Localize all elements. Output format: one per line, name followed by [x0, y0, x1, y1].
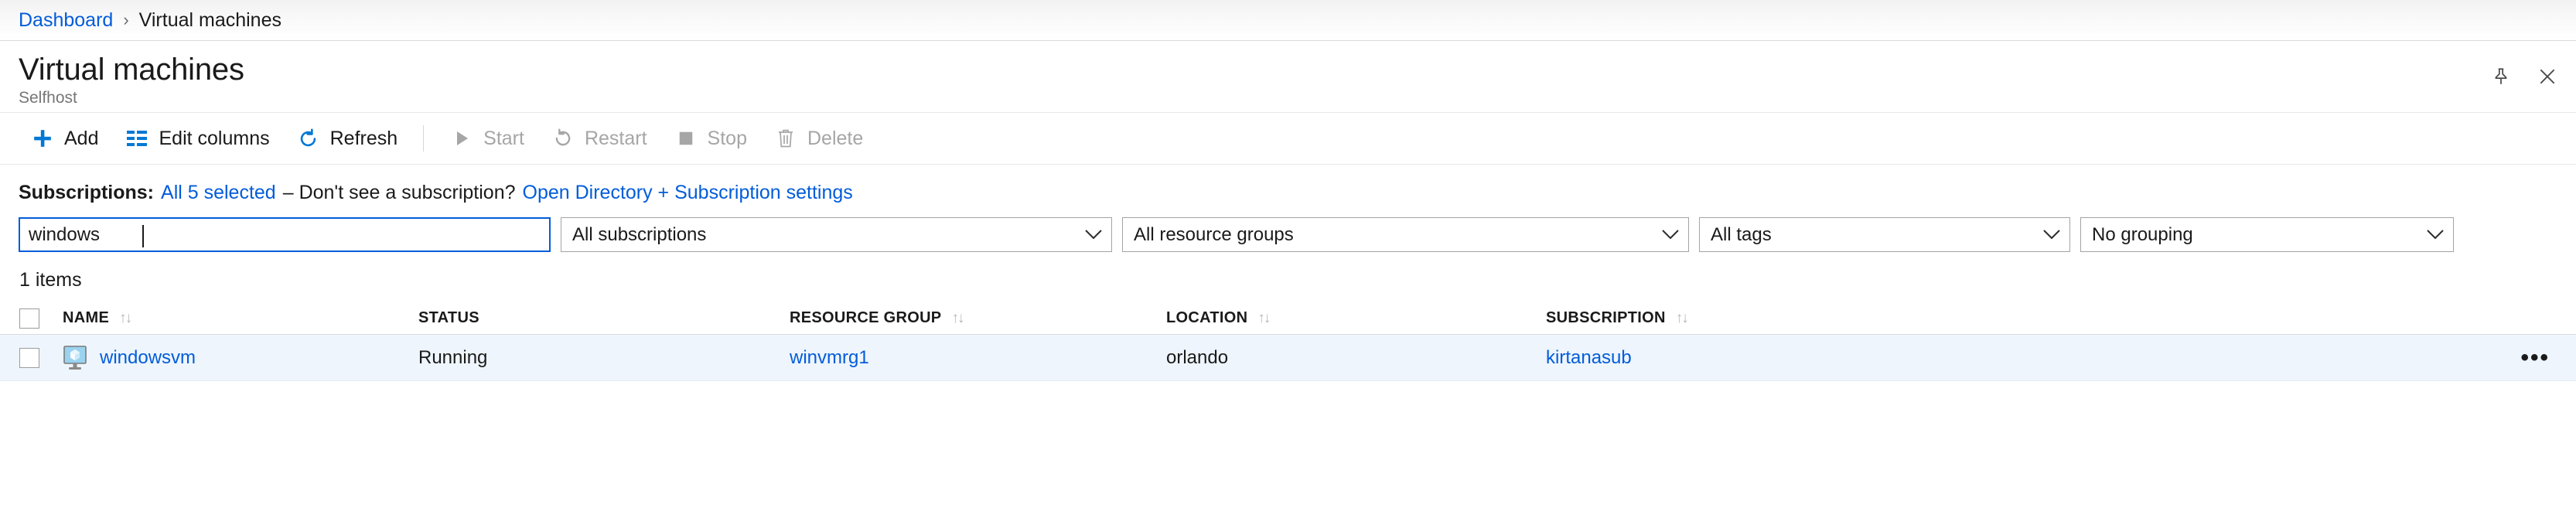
- tags-filter-dropdown[interactable]: All tags: [1699, 217, 2070, 252]
- command-separator: [423, 125, 424, 152]
- refresh-label: Refresh: [330, 128, 398, 150]
- subscription-filter-value: All subscriptions: [572, 224, 706, 246]
- subscriptions-line: Subscriptions: All 5 selected – Don't se…: [0, 165, 2576, 204]
- start-button[interactable]: Start: [436, 120, 537, 157]
- stop-label: Stop: [708, 128, 747, 150]
- subscriptions-hint: – Don't see a subscription?: [283, 182, 516, 204]
- plus-icon: [30, 127, 55, 150]
- directory-subscription-settings-link[interactable]: Open Directory + Subscription settings: [523, 182, 853, 204]
- page-header: Virtual machines Selfhost: [0, 41, 2576, 113]
- row-checkbox[interactable]: [19, 348, 39, 368]
- grouping-filter-dropdown[interactable]: No grouping: [2080, 217, 2454, 252]
- column-header-name[interactable]: NAME ↑↓: [39, 309, 418, 327]
- items-count: 1 items: [0, 252, 2576, 291]
- table-row[interactable]: windowsvm Running winvmrg1 orlando kirta…: [0, 335, 2576, 381]
- status-value: Running: [418, 347, 487, 368]
- play-icon: [449, 127, 474, 150]
- resource-group-filter-value: All resource groups: [1134, 224, 1294, 246]
- sort-arrows-icon[interactable]: ↑↓: [951, 310, 963, 327]
- breadcrumb-current: Virtual machines: [139, 9, 281, 32]
- pin-icon[interactable]: [2488, 63, 2514, 90]
- resource-group-filter-dropdown[interactable]: All resource groups: [1122, 217, 1689, 252]
- breadcrumb-separator-icon: ›: [123, 10, 128, 30]
- page-title: Virtual machines: [19, 52, 2557, 87]
- virtual-machines-table: NAME ↑↓ STATUS RESOURCE GROUP ↑↓ LOCATIO…: [0, 302, 2576, 381]
- subscriptions-label: Subscriptions:: [19, 182, 154, 204]
- sort-arrows-icon[interactable]: ↑↓: [1676, 310, 1687, 327]
- sort-arrows-icon[interactable]: ↑↓: [119, 310, 131, 327]
- edit-columns-label: Edit columns: [159, 128, 269, 150]
- filter-row: All subscriptions All resource groups Al…: [0, 204, 2576, 252]
- grouping-filter-value: No grouping: [2092, 224, 2193, 246]
- add-button[interactable]: Add: [17, 120, 111, 157]
- search-input[interactable]: [29, 224, 541, 246]
- table-header-row: NAME ↑↓ STATUS RESOURCE GROUP ↑↓ LOCATIO…: [0, 302, 2576, 335]
- text-cursor: [142, 225, 144, 247]
- select-all-checkbox[interactable]: [19, 308, 39, 329]
- restart-label: Restart: [585, 128, 647, 150]
- restart-icon: [551, 127, 575, 150]
- refresh-button[interactable]: Refresh: [283, 120, 411, 157]
- cell-resource-group: winvmrg1: [790, 347, 1166, 369]
- stop-button[interactable]: Stop: [660, 120, 760, 157]
- chevron-down-icon: [2427, 227, 2444, 243]
- location-value: orlando: [1166, 347, 1228, 368]
- delete-button[interactable]: Delete: [760, 120, 876, 157]
- page-subtitle: Selfhost: [19, 88, 2557, 108]
- cell-status: Running: [418, 347, 790, 369]
- column-header-subscription[interactable]: SUBSCRIPTION ↑↓: [1546, 309, 1948, 327]
- breadcrumb-link-dashboard[interactable]: Dashboard: [19, 9, 113, 32]
- command-bar: Add Edit columns Refresh Start: [0, 113, 2576, 165]
- vm-name-link[interactable]: windowsvm: [100, 347, 196, 369]
- chevron-down-icon: [2043, 227, 2060, 243]
- cell-name: windowsvm: [39, 346, 418, 370]
- sort-arrows-icon[interactable]: ↑↓: [1257, 310, 1269, 327]
- close-icon[interactable]: [2534, 63, 2561, 90]
- cell-subscription: kirtanasub: [1546, 347, 1948, 369]
- square-icon: [674, 127, 698, 150]
- search-box[interactable]: [19, 217, 551, 252]
- column-header-status-label: STATUS: [418, 309, 479, 327]
- column-header-status[interactable]: STATUS: [418, 309, 790, 327]
- refresh-icon: [296, 127, 321, 150]
- delete-label: Delete: [807, 128, 863, 150]
- column-header-location[interactable]: LOCATION ↑↓: [1166, 309, 1546, 327]
- chevron-down-icon: [1662, 227, 1679, 243]
- add-button-label: Add: [64, 128, 98, 150]
- column-header-resource-group-label: RESOURCE GROUP: [790, 309, 941, 327]
- tags-filter-value: All tags: [1711, 224, 1772, 246]
- start-label: Start: [483, 128, 524, 150]
- subscriptions-selected-link[interactable]: All 5 selected: [161, 182, 276, 204]
- page-header-actions: [2488, 63, 2561, 90]
- resource-group-link[interactable]: winvmrg1: [790, 347, 869, 368]
- column-header-subscription-label: SUBSCRIPTION: [1546, 309, 1666, 327]
- column-header-location-label: LOCATION: [1166, 309, 1247, 327]
- edit-columns-button[interactable]: Edit columns: [111, 120, 282, 157]
- restart-button[interactable]: Restart: [537, 120, 660, 157]
- breadcrumb: Dashboard › Virtual machines: [0, 0, 2576, 41]
- chevron-down-icon: [1085, 227, 1102, 243]
- columns-icon: [125, 127, 149, 150]
- column-header-name-label: NAME: [63, 309, 109, 327]
- cell-location: orlando: [1166, 347, 1546, 369]
- trash-icon: [773, 127, 798, 150]
- row-context-menu-button[interactable]: •••: [2520, 346, 2550, 370]
- column-header-resource-group[interactable]: RESOURCE GROUP ↑↓: [790, 309, 1166, 327]
- subscription-link[interactable]: kirtanasub: [1546, 347, 1632, 368]
- subscription-filter-dropdown[interactable]: All subscriptions: [561, 217, 1112, 252]
- virtual-machine-icon: [63, 346, 89, 370]
